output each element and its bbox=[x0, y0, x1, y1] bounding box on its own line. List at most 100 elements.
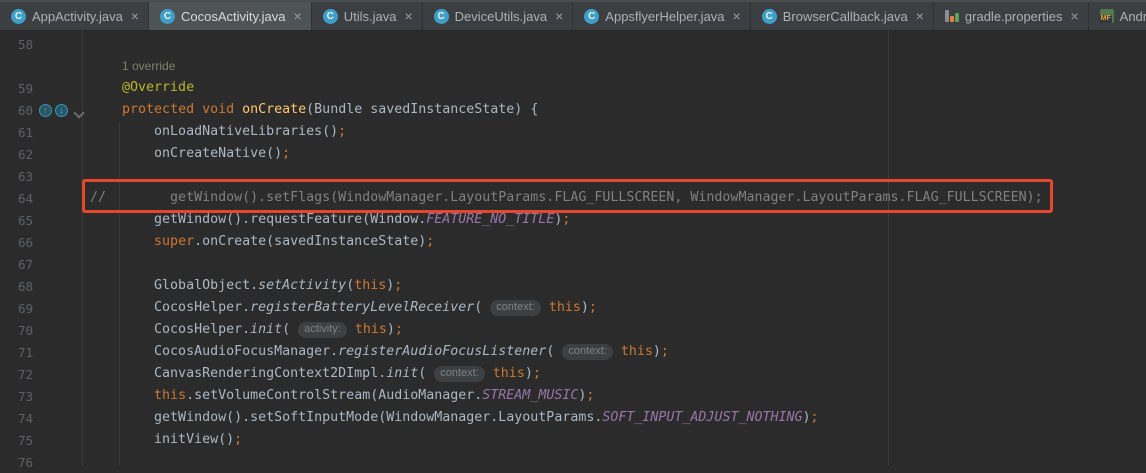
tab-bar: C AppActivity.java × C CocosActivity.java × C U… bbox=[0, 0, 1146, 30]
close-icon[interactable]: × bbox=[555, 9, 563, 23]
line-number: 62 bbox=[18, 146, 34, 162]
tab-cocosactivity-java[interactable]: C CocosActivity.java × bbox=[148, 2, 312, 30]
class-icon: C bbox=[159, 8, 175, 24]
gutter: 60 ↑ ↓ bbox=[0, 99, 83, 121]
code-token: onLoadNativeLibraries() bbox=[90, 124, 339, 139]
code-line: 61 onLoadNativeLibraries(); bbox=[0, 121, 1146, 143]
code-text[interactable]: // getWindow().setFlags(WindowManager.La… bbox=[83, 187, 1146, 209]
code-text[interactable]: GlobalObject.setActivity(this); bbox=[83, 275, 1146, 297]
code-token: this bbox=[620, 344, 653, 359]
code-text[interactable] bbox=[83, 165, 1146, 187]
tab-androidmanifest-xml[interactable]: MFAndroidManifest.xml× bbox=[1089, 2, 1146, 30]
inlay-lens[interactable]: 1 override bbox=[83, 55, 1146, 77]
line-number: 73 bbox=[18, 388, 34, 404]
code-line: 76 bbox=[0, 451, 1146, 473]
code-line: 73 this.setVolumeControlStream(AudioMana… bbox=[0, 385, 1146, 407]
line-number: 74 bbox=[18, 410, 34, 426]
code-token: STREAM_MUSIC bbox=[482, 388, 579, 403]
code-token: getWindow().setSoftInputMode(WindowManag… bbox=[90, 410, 603, 425]
close-icon[interactable]: × bbox=[294, 9, 302, 23]
manifest-badge: MF bbox=[1099, 15, 1112, 23]
code-token: initView() bbox=[90, 432, 235, 447]
close-icon[interactable]: × bbox=[733, 9, 741, 23]
overridden-down-icon[interactable]: ↓ bbox=[55, 103, 68, 117]
code-text[interactable]: CocosAudioFocusManager.registerAudioFocu… bbox=[83, 341, 1146, 363]
code-token: ) bbox=[652, 344, 661, 359]
code-token: ( bbox=[418, 366, 435, 381]
code-token: ( bbox=[474, 300, 491, 315]
code-text[interactable]: onLoadNativeLibraries(); bbox=[83, 121, 1146, 143]
code-text[interactable]: @Override bbox=[83, 77, 1146, 99]
code-line: 66 super.onCreate(savedInstanceState); bbox=[0, 231, 1146, 253]
code-editor[interactable]: 58 1 override 59 @Override 60 ↑ ↓ protected v… bbox=[0, 30, 1146, 470]
line-number: 69 bbox=[18, 300, 34, 316]
gutter: 66 bbox=[0, 231, 83, 253]
line-number: 63 bbox=[18, 168, 34, 184]
code-text[interactable]: super.onCreate(savedInstanceState); bbox=[83, 231, 1146, 253]
gutter: 72 bbox=[0, 363, 83, 385]
line-number: 59 bbox=[18, 80, 34, 96]
close-icon[interactable]: × bbox=[131, 9, 139, 23]
line-number: 76 bbox=[18, 454, 34, 470]
tab-label: DeviceUtils.java bbox=[454, 8, 548, 24]
code-token: init bbox=[250, 322, 283, 337]
gutter: 74 bbox=[0, 407, 83, 429]
android-manifest-icon: MF bbox=[1099, 9, 1114, 23]
tab-gradle-properties[interactable]: gradle.properties × bbox=[934, 2, 1089, 30]
code-text[interactable]: initView(); bbox=[83, 429, 1146, 451]
tab-browsercallback-java[interactable]: C BrowserCallback.java × bbox=[751, 2, 934, 30]
code-token: CocosHelper. bbox=[90, 300, 251, 315]
code-token: onCreateNative() bbox=[90, 146, 283, 161]
code-text[interactable]: getWindow().requestFeature(Window.FEATUR… bbox=[83, 209, 1146, 231]
code-text[interactable]: CocosHelper.registerBatteryLevelReceiver… bbox=[83, 297, 1146, 319]
close-icon[interactable]: × bbox=[404, 9, 412, 23]
gutter: 59 bbox=[0, 77, 83, 99]
override-up-icon[interactable]: ↑ bbox=[39, 103, 52, 117]
code-text[interactable] bbox=[83, 451, 1146, 473]
code-line: 60 ↑ ↓ protected void onCreate(Bundle save… bbox=[0, 99, 1146, 121]
class-icon: C bbox=[761, 8, 777, 24]
code-text[interactable]: protected void onCreate(Bundle savedInst… bbox=[83, 99, 1146, 121]
line-number: 58 bbox=[18, 36, 34, 52]
code-text[interactable]: CocosHelper.init( activity: this); bbox=[83, 319, 1146, 341]
code-token: CocosHelper. bbox=[90, 322, 251, 337]
line-number: 75 bbox=[18, 432, 34, 448]
code-token: SOFT_INPUT_ADJUST_NOTHING bbox=[602, 410, 803, 425]
code-text[interactable] bbox=[83, 33, 1146, 55]
code-token: GlobalObject. bbox=[90, 278, 259, 293]
line-number: 66 bbox=[18, 234, 34, 250]
tab-appactivity-java[interactable]: C AppActivity.java × bbox=[0, 2, 149, 30]
code-token: protected void bbox=[122, 102, 243, 117]
code-token: ) bbox=[802, 410, 811, 425]
code-line: 62 onCreateNative(); bbox=[0, 143, 1146, 165]
code-token: CanvasRenderingContext2DImpl. bbox=[90, 366, 387, 381]
tab-appsflyerhelper-java[interactable]: C AppsflyerHelper.java × bbox=[573, 2, 751, 30]
tab-utils-java[interactable]: C Utils.java × bbox=[312, 2, 423, 30]
gutter: 70 bbox=[0, 319, 83, 341]
code-text[interactable]: getWindow().setSoftInputMode(WindowManag… bbox=[83, 407, 1146, 429]
code-text[interactable]: CanvasRenderingContext2DImpl.init( conte… bbox=[83, 363, 1146, 385]
code-token: ( bbox=[346, 278, 355, 293]
code-line: 65 getWindow().requestFeature(Window.FEA… bbox=[0, 209, 1146, 231]
code-token: ; bbox=[394, 322, 403, 337]
code-token: this bbox=[354, 278, 387, 293]
code-text[interactable]: this.setVolumeControlStream(AudioManager… bbox=[83, 385, 1146, 407]
gradle-bar bbox=[954, 13, 959, 22]
param-hint-chip: context: bbox=[434, 366, 485, 382]
gutter: 63 bbox=[0, 165, 83, 187]
code-line: 1 override bbox=[0, 55, 1146, 77]
code-text[interactable] bbox=[83, 253, 1146, 275]
code-text[interactable]: onCreateNative(); bbox=[83, 143, 1146, 165]
tab-label: AndroidManifest.xml bbox=[1119, 8, 1146, 24]
close-icon[interactable]: × bbox=[1070, 9, 1078, 23]
gutter-icons: ↑ ↓ bbox=[39, 103, 68, 117]
close-icon[interactable]: × bbox=[916, 9, 924, 23]
gutter: 71 bbox=[0, 341, 83, 363]
tab-deviceutils-java[interactable]: C DeviceUtils.java × bbox=[423, 2, 574, 30]
line-number: 70 bbox=[18, 322, 34, 338]
